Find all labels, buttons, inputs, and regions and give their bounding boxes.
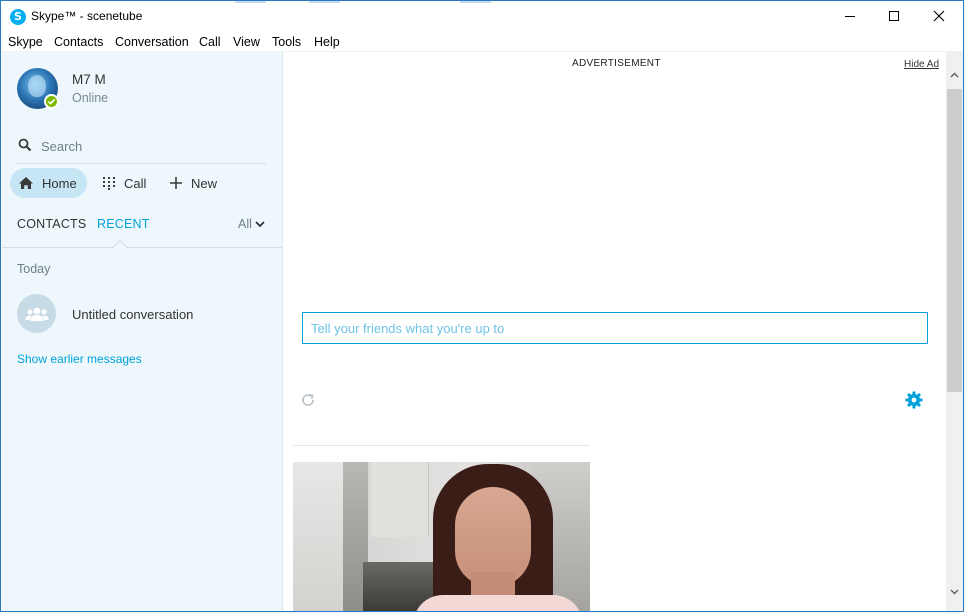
main-pane: ADVERTISEMENT Hide Ad: [284, 52, 946, 611]
call-label: Call: [124, 175, 147, 191]
mood-message-input[interactable]: [302, 312, 928, 344]
show-earlier-messages-link[interactable]: Show earlier messages: [17, 352, 142, 366]
tab-recent[interactable]: RECENT: [97, 217, 150, 231]
section-today: Today: [17, 262, 51, 276]
skype-window: S Skype™ - scenetube Skype Contacts Conv…: [0, 0, 964, 612]
filter-value: All: [238, 217, 252, 231]
title-bar[interactable]: S Skype™ - scenetube: [1, 1, 963, 31]
scroll-up-icon: [950, 72, 959, 77]
active-tab-indicator: [112, 239, 128, 255]
home-icon: [19, 177, 33, 189]
chevron-down-icon: [255, 221, 265, 228]
home-button[interactable]: Home: [10, 168, 87, 198]
menu-conversation[interactable]: Conversation: [115, 35, 189, 49]
window-title: Skype™ - scenetube: [31, 9, 143, 23]
menu-skype[interactable]: Skype: [8, 35, 43, 49]
refresh-icon[interactable]: [300, 392, 316, 408]
main-scrollbar[interactable]: [946, 52, 963, 611]
scroll-thumb[interactable]: [947, 89, 962, 392]
home-label: Home: [42, 175, 77, 191]
menu-help[interactable]: Help: [314, 35, 340, 49]
scroll-up-button[interactable]: [946, 66, 963, 83]
tabs-divider: [2, 247, 282, 248]
new-button[interactable]: New: [165, 168, 217, 198]
menu-bar: Skype Contacts Conversation Call View To…: [1, 32, 963, 52]
video-thumbnail[interactable]: [293, 462, 590, 611]
search-box[interactable]: [16, 134, 266, 164]
recent-filter-dropdown[interactable]: All: [238, 217, 265, 231]
scroll-down-button[interactable]: [946, 583, 963, 600]
menu-tools[interactable]: Tools: [272, 35, 301, 49]
conversation-avatar: [17, 294, 56, 333]
feed-divider: [293, 445, 590, 446]
group-icon: [25, 307, 48, 321]
scroll-down-icon: [950, 589, 959, 594]
maximize-icon: [889, 11, 899, 21]
search-input[interactable]: [41, 135, 261, 157]
dialpad-icon: [103, 177, 115, 190]
list-item[interactable]: Untitled conversation: [2, 288, 282, 338]
plus-icon: [170, 177, 182, 189]
profile-name[interactable]: M7 M: [72, 72, 106, 87]
maximize-button[interactable]: [871, 1, 917, 31]
skype-logo-icon: S: [10, 9, 26, 25]
close-button[interactable]: [916, 1, 962, 31]
title-accent: [235, 1, 266, 3]
conversation-title: Untitled conversation: [72, 307, 194, 322]
hide-ad-link[interactable]: Hide Ad: [904, 59, 939, 70]
avatar-face: [28, 75, 46, 97]
menu-call[interactable]: Call: [199, 35, 221, 49]
advertisement-label: ADVERTISEMENT: [572, 58, 661, 69]
profile-status[interactable]: Online: [72, 91, 108, 105]
menu-contacts[interactable]: Contacts: [54, 35, 103, 49]
minimize-icon: [845, 16, 855, 17]
title-accent: [309, 1, 340, 3]
tab-contacts[interactable]: CONTACTS: [17, 217, 86, 231]
gear-icon[interactable]: [905, 391, 923, 409]
search-icon: [18, 138, 32, 152]
title-accent: [460, 1, 491, 3]
status-online-indicator: [44, 94, 59, 109]
checkmark-icon: [47, 98, 56, 105]
menu-view[interactable]: View: [233, 35, 260, 49]
sidebar: M7 M Online Home Call New CONTACTS RECEN…: [2, 52, 283, 611]
minimize-button[interactable]: [827, 1, 873, 31]
close-icon: [933, 10, 945, 22]
new-label: New: [191, 175, 218, 191]
call-button[interactable]: Call: [98, 168, 146, 198]
